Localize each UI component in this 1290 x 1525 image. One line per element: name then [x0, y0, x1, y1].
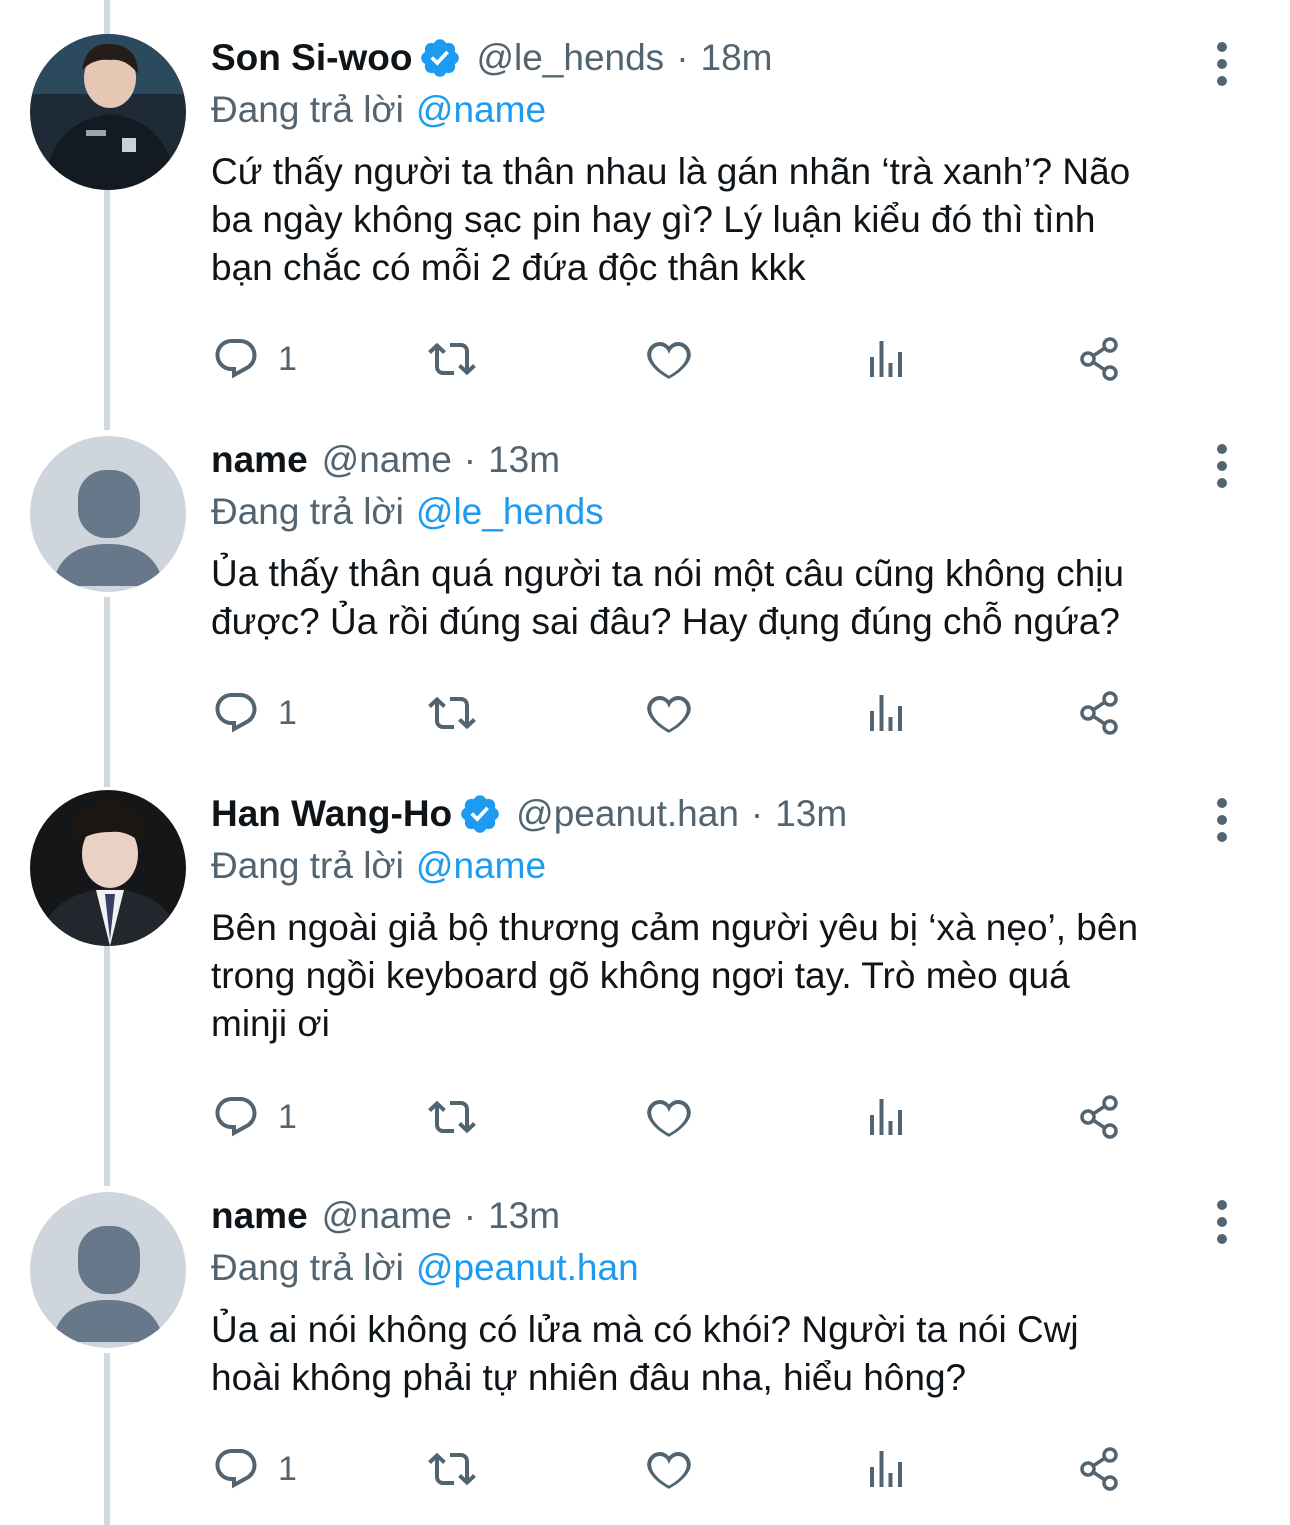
- display-name[interactable]: Son Si-woo: [211, 34, 412, 82]
- timestamp[interactable]: 13m: [488, 436, 560, 484]
- handle[interactable]: @le_hends: [476, 34, 664, 82]
- avatar[interactable]: [30, 790, 186, 946]
- reply-mention-link[interactable]: @name: [416, 845, 546, 886]
- default-avatar-icon: [30, 436, 186, 592]
- share-button[interactable]: [1076, 334, 1124, 384]
- display-name[interactable]: Han Wang-Ho: [211, 790, 452, 838]
- retweet-icon: [428, 696, 476, 730]
- like-button[interactable]: [645, 1092, 693, 1142]
- tweet-actions: 1: [0, 1444, 1290, 1494]
- bar-chart-icon: [870, 695, 902, 731]
- heart-icon: [647, 341, 691, 379]
- tweet-text: Bên ngoài giả bộ thương cảm người yêu bị…: [211, 907, 1139, 1044]
- replying-to-label: Đang trả lời: [211, 491, 404, 532]
- separator: ·: [463, 1195, 477, 1236]
- share-icon: [1080, 1095, 1118, 1139]
- separator: ·: [676, 37, 689, 78]
- heart-icon: [647, 1451, 691, 1489]
- speech-bubble-icon: [215, 693, 257, 733]
- thread-line: [104, 190, 110, 430]
- avatar[interactable]: [30, 34, 186, 190]
- retweet-icon: [428, 1100, 476, 1134]
- retweet-button[interactable]: [428, 334, 476, 384]
- separator: ·: [463, 439, 477, 480]
- replying-to: Đang trả lời @peanut.han: [211, 1244, 1261, 1292]
- retweet-button[interactable]: [428, 688, 476, 738]
- views-button[interactable]: [862, 688, 910, 738]
- replying-to-label: Đang trả lời: [211, 845, 404, 886]
- more-options-icon[interactable]: [1212, 444, 1232, 488]
- replying-to-label: Đang trả lời: [211, 1247, 404, 1288]
- share-button[interactable]: [1076, 688, 1124, 738]
- reply-button[interactable]: 1: [212, 1444, 297, 1494]
- verified-badge-icon: [458, 792, 502, 836]
- reply-count: 1: [278, 1449, 297, 1488]
- retweet-button[interactable]: [428, 1444, 476, 1494]
- reply-button[interactable]: 1: [212, 334, 297, 384]
- avatar[interactable]: [30, 1192, 186, 1348]
- replying-to: Đang trả lời @name: [211, 86, 1261, 134]
- timestamp[interactable]: 13m: [488, 1192, 560, 1240]
- heart-icon: [647, 695, 691, 733]
- reply-mention-link[interactable]: @le_hends: [416, 491, 604, 532]
- reply-count: 1: [278, 693, 297, 732]
- default-avatar-icon: [30, 1192, 186, 1348]
- bar-chart-icon: [870, 1099, 902, 1135]
- share-icon: [1080, 1447, 1118, 1491]
- like-button[interactable]: [645, 1444, 693, 1494]
- like-button[interactable]: [645, 334, 693, 384]
- speech-bubble-icon: [215, 1097, 257, 1137]
- share-icon: [1080, 691, 1118, 735]
- separator: ·: [750, 793, 764, 834]
- share-icon: [1080, 337, 1118, 381]
- display-name[interactable]: name: [211, 436, 308, 484]
- views-button[interactable]: [862, 1444, 910, 1494]
- thread-line: [104, 1353, 110, 1525]
- handle[interactable]: @name: [322, 1192, 452, 1240]
- avatar[interactable]: [30, 436, 186, 592]
- views-button[interactable]: [862, 334, 910, 384]
- retweet-icon: [428, 342, 476, 376]
- handle[interactable]: @name: [322, 436, 452, 484]
- timestamp[interactable]: 13m: [775, 790, 847, 838]
- replying-to: Đang trả lời @le_hends: [211, 488, 1261, 536]
- avatar-photo-icon: [30, 790, 186, 946]
- replying-to-label: Đang trả lời: [211, 89, 404, 130]
- views-button[interactable]: [862, 1092, 910, 1142]
- speech-bubble-icon: [215, 339, 257, 379]
- timestamp[interactable]: 18m: [701, 34, 773, 82]
- replying-to: Đang trả lời @name: [211, 842, 1261, 890]
- more-options-icon[interactable]: [1212, 1200, 1232, 1244]
- reply-count: 1: [278, 339, 297, 378]
- avatar-photo-icon: [30, 34, 186, 190]
- display-name[interactable]: name: [211, 1192, 308, 1240]
- tweet-text: Ủa thấy thân quá người ta nói một câu cũ…: [211, 553, 1124, 642]
- reply-mention-link[interactable]: @name: [416, 89, 546, 130]
- verified-badge-icon: [418, 36, 462, 80]
- reply-button[interactable]: 1: [212, 688, 297, 738]
- bar-chart-icon: [870, 341, 902, 377]
- reply-button[interactable]: 1: [212, 1092, 297, 1142]
- thread-line: [104, 0, 110, 35]
- heart-icon: [647, 1099, 691, 1137]
- thread-line: [104, 946, 110, 1186]
- tweet-actions: 1: [0, 334, 1290, 384]
- more-options-icon[interactable]: [1212, 42, 1232, 86]
- tweet-text: Ủa ai nói không có lửa mà có khói? Người…: [211, 1309, 1079, 1398]
- bar-chart-icon: [870, 1451, 902, 1487]
- handle[interactable]: @peanut.han: [516, 790, 739, 838]
- more-options-icon[interactable]: [1212, 798, 1232, 842]
- share-button[interactable]: [1076, 1092, 1124, 1142]
- tweet-text: Cứ thấy người ta thân nhau là gán nhãn ‘…: [211, 151, 1131, 288]
- speech-bubble-icon: [215, 1449, 257, 1489]
- tweet-actions: 1: [0, 688, 1290, 738]
- reply-count: 1: [278, 1097, 297, 1136]
- reply-mention-link[interactable]: @peanut.han: [416, 1247, 639, 1288]
- tweet-actions: 1: [0, 1092, 1290, 1142]
- retweet-button[interactable]: [428, 1092, 476, 1142]
- like-button[interactable]: [645, 688, 693, 738]
- retweet-icon: [428, 1452, 476, 1486]
- share-button[interactable]: [1076, 1444, 1124, 1494]
